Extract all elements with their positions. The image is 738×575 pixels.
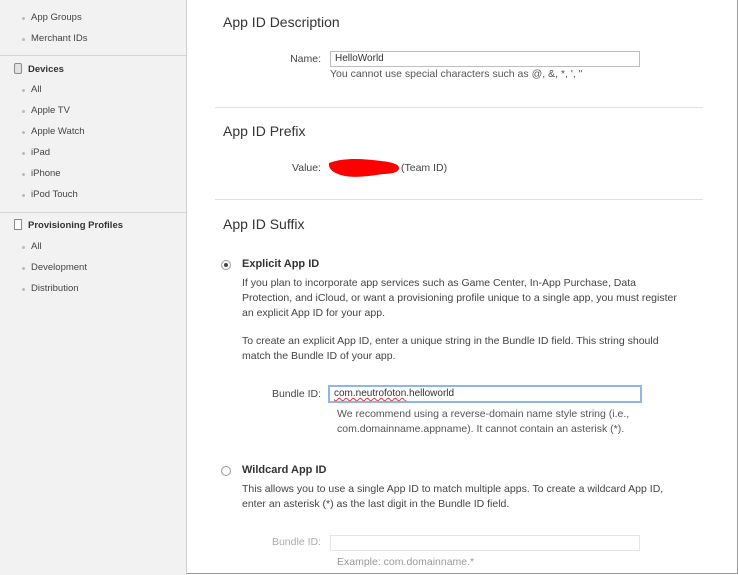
- sidebar: App Groups Merchant IDs Devices All Appl…: [0, 0, 187, 575]
- explicit-app-id-radio[interactable]: [221, 260, 231, 270]
- sidebar-section-devices: Devices: [14, 62, 64, 78]
- sidebar-item-label: Merchant IDs: [31, 33, 88, 44]
- section-heading-prefix: App ID Prefix: [223, 123, 306, 139]
- sidebar-item-ipod-touch[interactable]: iPod Touch: [22, 187, 78, 203]
- sidebar-section-title: Provisioning Profiles: [28, 220, 124, 231]
- sidebar-item-label: iPad: [31, 147, 51, 158]
- sidebar-item-label: Development: [31, 262, 87, 273]
- sidebar-divider: [0, 55, 186, 56]
- team-id-suffix: (Team ID): [401, 162, 448, 174]
- sidebar-item-label: iPod Touch: [31, 189, 78, 200]
- sidebar-item-apple-tv[interactable]: Apple TV: [22, 103, 70, 119]
- sidebar-item-iphone[interactable]: iPhone: [22, 166, 61, 182]
- bundle-id-misspelled-part: com.neutrofoton: [334, 388, 407, 399]
- section-divider: [215, 199, 703, 200]
- wildcard-bundle-id-label: Bundle ID:: [271, 536, 321, 548]
- name-help-text: You cannot use special characters such a…: [330, 68, 583, 80]
- sidebar-item-ipad[interactable]: iPad: [21, 145, 51, 161]
- main-content: App ID Description Name: HelloWorld You …: [187, 0, 736, 575]
- sidebar-item-label: Distribution: [31, 283, 79, 294]
- sidebar-item-devices-all[interactable]: All: [22, 82, 42, 98]
- sidebar-item-distribution[interactable]: Distribution: [22, 281, 79, 297]
- sidebar-section-title: Devices: [28, 64, 64, 75]
- sidebar-divider: [0, 212, 186, 213]
- explicit-app-id-title: Explicit App ID: [242, 258, 320, 270]
- wildcard-app-id-radio[interactable]: [221, 466, 231, 476]
- wildcard-description: This allows you to use a single App ID t…: [242, 483, 664, 510]
- device-icon: [14, 63, 22, 74]
- bundle-id-input[interactable]: com.neutrofoton.helloworld: [328, 385, 642, 403]
- wildcard-example-text: Example: com.domainname.*: [337, 556, 475, 568]
- sidebar-item-profiles-all[interactable]: All: [22, 239, 42, 255]
- bundle-id-label: Bundle ID:: [271, 388, 321, 400]
- sidebar-item-label: App Groups: [31, 12, 82, 23]
- sidebar-item-label: Apple TV: [31, 105, 70, 116]
- sidebar-item-label: iPhone: [31, 168, 61, 179]
- sidebar-item-label: Apple Watch: [31, 126, 85, 137]
- sidebar-item-label: All: [31, 84, 42, 95]
- sidebar-item-apple-watch[interactable]: Apple Watch: [22, 124, 85, 140]
- bundle-id-value-rest: .helloworld: [406, 388, 455, 399]
- document-icon: [14, 219, 22, 230]
- bundle-id-help-text: We recommend using a reverse-domain name…: [337, 408, 630, 435]
- wildcard-app-id-title: Wildcard App ID: [242, 464, 327, 476]
- sidebar-item-label: All: [31, 241, 42, 252]
- sidebar-item-merchant-ids[interactable]: Merchant IDs: [22, 31, 88, 47]
- sidebar-section-provisioning-profiles: Provisioning Profiles: [14, 218, 123, 234]
- section-heading-suffix: App ID Suffix: [223, 216, 305, 232]
- name-input[interactable]: HelloWorld: [330, 51, 640, 67]
- explicit-instructions: To create an explicit App ID, enter a un…: [242, 335, 659, 362]
- section-heading-description: App ID Description: [223, 14, 340, 30]
- prefix-value-label: Value:: [292, 162, 321, 174]
- section-divider: [215, 107, 703, 108]
- sidebar-item-development[interactable]: Development: [22, 260, 87, 276]
- wildcard-bundle-id-input[interactable]: [330, 535, 640, 551]
- sidebar-item-app-groups[interactable]: App Groups: [22, 10, 82, 26]
- explicit-description: If you plan to incorporate app services …: [242, 277, 677, 319]
- name-label: Name:: [290, 53, 321, 65]
- redaction-mark: [328, 159, 399, 177]
